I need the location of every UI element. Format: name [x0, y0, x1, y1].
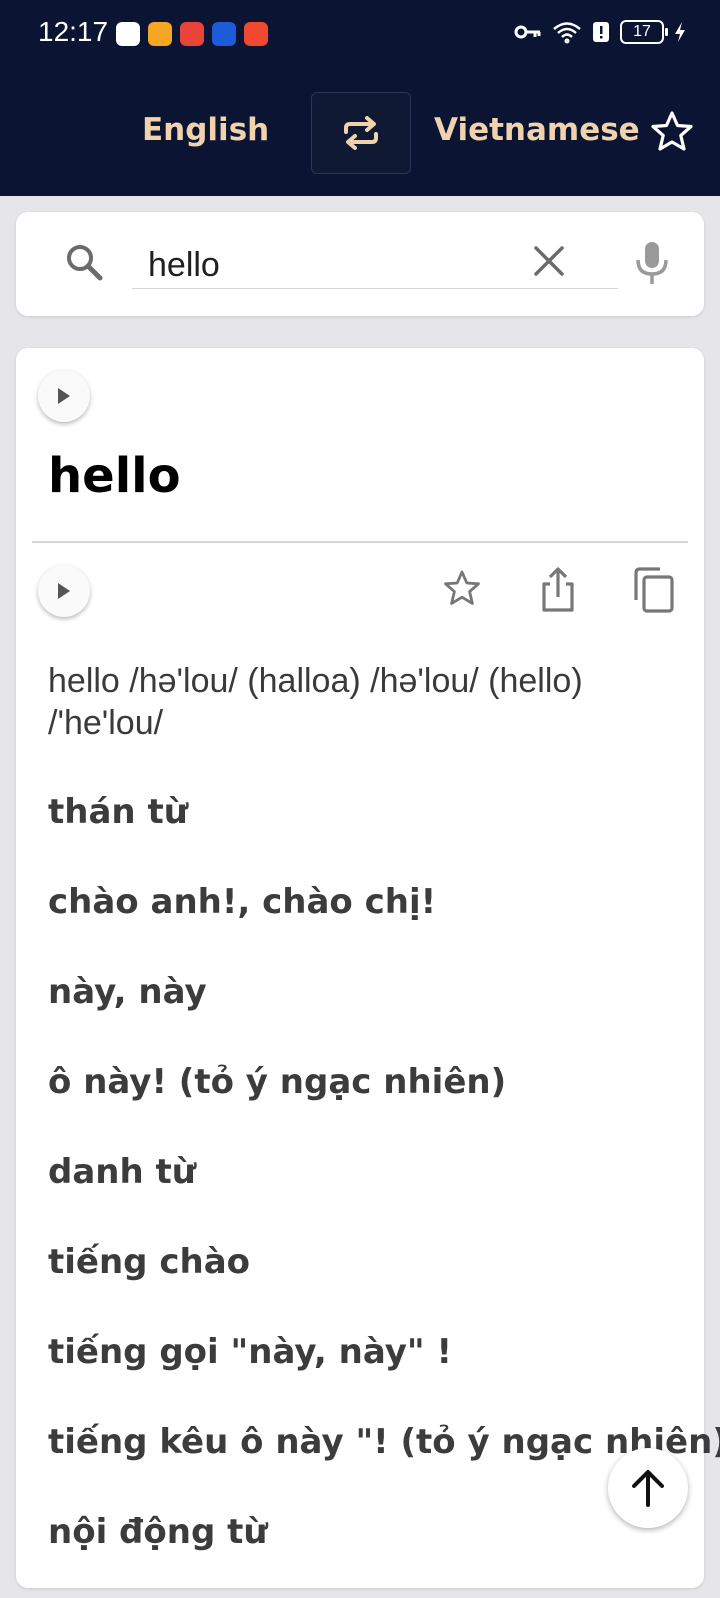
microphone-icon[interactable]	[634, 240, 670, 286]
target-language-button[interactable]: Vietnamese	[434, 112, 640, 148]
wifi-icon	[553, 22, 581, 44]
notification-icons	[116, 22, 268, 46]
top-app-bar: 12:17 17 English Vietnamese	[0, 0, 720, 196]
system-icons: 17	[514, 20, 686, 44]
favorites-star-icon[interactable]	[650, 110, 694, 154]
headword: hello	[48, 448, 181, 504]
arrow-up-icon	[632, 1470, 664, 1507]
app-notification-icon	[148, 22, 172, 46]
app-notification-icon	[116, 22, 140, 46]
meaning-item: ô này! (tỏ ý ngạc nhiên)	[48, 1062, 507, 1102]
meaning-item: tiếng chào	[48, 1242, 251, 1282]
search-bar	[16, 212, 704, 316]
pronunciation-text: hello /hə'lou/ (halloa) /hə'lou/ (hello)…	[48, 662, 583, 742]
app-notification-icon	[244, 22, 268, 46]
charging-icon	[675, 22, 685, 42]
swap-languages-button[interactable]	[311, 92, 411, 174]
swap-icon	[344, 116, 378, 150]
meaning-item: danh từ	[48, 1152, 196, 1192]
source-language-button[interactable]: English	[142, 112, 269, 148]
meaning-item: tiếng gọi "này, này" !	[48, 1332, 452, 1372]
clear-icon[interactable]	[532, 244, 566, 278]
copy-icon[interactable]	[632, 566, 676, 614]
app-notification-icon	[180, 22, 204, 46]
play-icon	[58, 388, 70, 404]
meaning-item: này, này	[48, 972, 207, 1012]
meaning-item: nội động từ	[48, 1512, 268, 1552]
play-icon	[58, 583, 70, 599]
meaning-item: chào anh!, chào chị!	[48, 882, 437, 922]
status-bar: 12:17 17	[0, 0, 720, 70]
battery-indicator: 17	[620, 20, 668, 44]
alert-icon	[593, 22, 609, 42]
vpn-key-icon	[514, 25, 541, 39]
app-notification-icon	[212, 22, 236, 46]
bookmark-star-icon[interactable]	[440, 566, 484, 614]
scroll-to-top-button[interactable]	[608, 1448, 688, 1528]
play-headword-button[interactable]	[38, 370, 90, 422]
search-icon	[67, 245, 103, 281]
divider	[32, 541, 688, 543]
share-icon[interactable]	[536, 566, 580, 614]
meaning-item: thán từ	[48, 792, 188, 832]
status-time: 12:17	[38, 16, 109, 47]
play-definition-button[interactable]	[38, 565, 90, 617]
definition-card: hello hello /hə'lou/ (halloa) /hə'lou/ (…	[16, 348, 720, 1588]
